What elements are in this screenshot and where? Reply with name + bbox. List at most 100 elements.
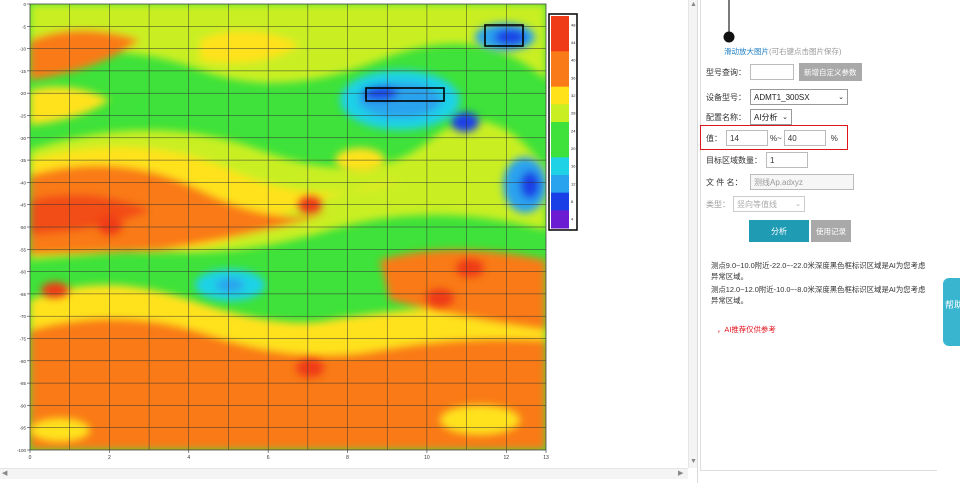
x-tick-label: 8 bbox=[346, 455, 349, 461]
contour-map: 0 -5 -10 -15 -20 -25 -30 -35 -40 -45 -50 -55 -60 -65 -… bbox=[0, 0, 580, 462]
profile-select[interactable]: AI分析 ⌄ bbox=[750, 109, 792, 125]
device-label: 设备型号： bbox=[706, 92, 746, 102]
y-tick-label: -100 bbox=[17, 448, 27, 453]
zoom-link-row: 滑动放大图片(可右键点击图片保存) bbox=[724, 46, 842, 57]
y-tick-label: -30 bbox=[19, 136, 26, 141]
file-name-label: 文 件 名： bbox=[706, 177, 743, 187]
add-custom-param-button[interactable]: 新增自定义参数 bbox=[799, 63, 862, 81]
zoom-slider-icon[interactable] bbox=[721, 0, 741, 44]
model-query-input[interactable] bbox=[750, 64, 794, 80]
colorbar-swatch bbox=[551, 16, 569, 35]
zoom-image-link[interactable]: 滑动放大图片 bbox=[724, 47, 769, 56]
model-query-row: 型号查询： 新增自定义参数 bbox=[706, 62, 862, 82]
y-tick-label: -5 bbox=[22, 24, 26, 29]
colorbar-tick-label: 48 bbox=[571, 22, 576, 27]
y-tick-label: -55 bbox=[19, 247, 26, 252]
x-tick-label: 13 bbox=[543, 455, 549, 461]
x-tick-label: 2 bbox=[108, 455, 111, 461]
side-help-tab[interactable]: 帮助 bbox=[943, 278, 960, 346]
y-axis: 0 -5 -10 -15 -20 -25 -30 -35 -40 -45 -50 -55 -60 -65 -… bbox=[17, 2, 30, 453]
y-tick-label: -40 bbox=[19, 180, 26, 185]
chevron-down-icon: ⌄ bbox=[795, 201, 801, 208]
x-tick-label: 0 bbox=[29, 455, 32, 461]
y-tick-label: -45 bbox=[19, 203, 26, 208]
type-select: 竖向等值线 ⌄ bbox=[733, 196, 805, 212]
colorbar-tick-label: 36 bbox=[571, 75, 576, 80]
colorbar-swatch bbox=[551, 210, 569, 229]
y-tick-label: -90 bbox=[19, 403, 26, 408]
side-tab-label: 帮助 bbox=[944, 300, 960, 310]
y-tick-label: 0 bbox=[23, 2, 26, 7]
zoom-hint: (可右键点击图片保存) bbox=[769, 47, 842, 56]
vertical-scrollbar[interactable]: ▲ ▼ bbox=[688, 0, 697, 468]
y-tick-label: -85 bbox=[19, 381, 26, 386]
chart-gridlines bbox=[30, 4, 546, 450]
horizontal-scrollbar[interactable]: ◀ ▶ bbox=[0, 468, 688, 479]
y-tick-label: -35 bbox=[19, 158, 26, 163]
device-select[interactable]: ADMT1_300SX ⌄ bbox=[750, 89, 848, 105]
colorbar-tick-label: 12 bbox=[571, 181, 576, 186]
colorbar-tick-label: 16 bbox=[571, 164, 576, 169]
colorbar-swatch bbox=[551, 51, 569, 70]
y-tick-label: -15 bbox=[19, 69, 26, 74]
result-text-1: 测点9.0~10.0附近-22.0~-22.0米深度黑色框标识区域是AI为您考虑… bbox=[711, 261, 926, 281]
scroll-up-arrow-icon[interactable]: ▲ bbox=[690, 1, 697, 9]
colorbar-tick-label: 28 bbox=[571, 111, 576, 116]
profile-label: 配置名称： bbox=[706, 112, 746, 122]
y-tick-label: -75 bbox=[19, 337, 26, 342]
profile-select-value: AI分析 bbox=[754, 112, 778, 122]
colorbar-swatch bbox=[551, 33, 569, 52]
colorbar-swatch bbox=[551, 122, 569, 141]
y-tick-label: -25 bbox=[19, 114, 26, 119]
file-name-input: 测线Ap.adxyz bbox=[750, 174, 854, 190]
colorbar-swatch bbox=[551, 86, 569, 105]
colorbar-swatch bbox=[551, 175, 569, 194]
colorbar: 4844403632282420161284 bbox=[548, 13, 578, 231]
y-tick-label: -95 bbox=[19, 426, 26, 431]
y-tick-label: -70 bbox=[19, 314, 26, 319]
type-select-value: 竖向等值线 bbox=[737, 199, 777, 209]
ai-disclaimer: ，AI推荐仅供参考 bbox=[717, 325, 776, 334]
x-tick-label: 10 bbox=[424, 455, 430, 461]
x-tick-label: 4 bbox=[187, 455, 190, 461]
colorbar-swatch bbox=[551, 104, 569, 123]
result-text-2: 测点12.0~12.0附近-10.0~-8.0米深度黑色框标识区域是AI为您考虑… bbox=[711, 285, 926, 305]
file-name-row: 文 件 名： 测线Ap.adxyz bbox=[706, 172, 854, 192]
colorbar-tick-label: 20 bbox=[571, 146, 576, 151]
device-select-value: ADMT1_300SX bbox=[754, 92, 810, 102]
target-count-input[interactable]: 1 bbox=[766, 152, 808, 168]
y-tick-label: -50 bbox=[19, 225, 26, 230]
x-tick-label: 12 bbox=[504, 455, 510, 461]
colorbar-swatch bbox=[551, 157, 569, 176]
colorbar-tick-label: 24 bbox=[571, 128, 576, 133]
target-count-row: 目标区域数量： 1 bbox=[706, 150, 808, 170]
type-row: 类型： 竖向等值线 ⌄ bbox=[706, 194, 805, 214]
colorbar-swatch bbox=[551, 192, 569, 211]
model-query-label: 型号查询： bbox=[706, 67, 746, 77]
colorbar-swatch bbox=[551, 139, 569, 158]
usage-record-button[interactable]: 使用记录 bbox=[811, 220, 851, 242]
y-tick-label: -60 bbox=[19, 270, 26, 275]
analyze-button[interactable]: 分析 bbox=[749, 220, 809, 242]
value-range-highlight bbox=[700, 125, 848, 150]
type-label: 类型： bbox=[706, 199, 730, 209]
chevron-down-icon: ⌄ bbox=[782, 114, 788, 121]
contour-chart-svg: 0 -5 -10 -15 -20 -25 -30 -35 -40 -45 -50 -55 -60 -65 -… bbox=[17, 2, 578, 461]
x-axis: 0 2 4 6 8 10 12 13 bbox=[29, 450, 549, 461]
target-count-label: 目标区域数量： bbox=[706, 155, 762, 165]
scroll-right-arrow-icon[interactable]: ▶ bbox=[678, 470, 683, 478]
scroll-down-arrow-icon[interactable]: ▼ bbox=[690, 458, 697, 466]
y-tick-label: -80 bbox=[19, 359, 26, 364]
colorbar-tick-label: 40 bbox=[571, 58, 576, 63]
device-row: 设备型号： ADMT1_300SX ⌄ bbox=[706, 87, 848, 107]
colorbar-swatch bbox=[551, 69, 569, 88]
x-tick-label: 6 bbox=[267, 455, 270, 461]
scroll-left-arrow-icon[interactable]: ◀ bbox=[2, 470, 7, 478]
y-tick-label: -10 bbox=[19, 47, 26, 52]
y-tick-label: -65 bbox=[19, 292, 26, 297]
chart-viewport: 0 -5 -10 -15 -20 -25 -30 -35 -40 -45 -50 -55 -60 -65 -… bbox=[0, 0, 695, 483]
panel-divider bbox=[697, 0, 698, 483]
chevron-down-icon: ⌄ bbox=[838, 94, 844, 101]
colorbar-tick-label: 32 bbox=[571, 93, 576, 98]
colorbar-tick-label: 44 bbox=[571, 40, 576, 45]
